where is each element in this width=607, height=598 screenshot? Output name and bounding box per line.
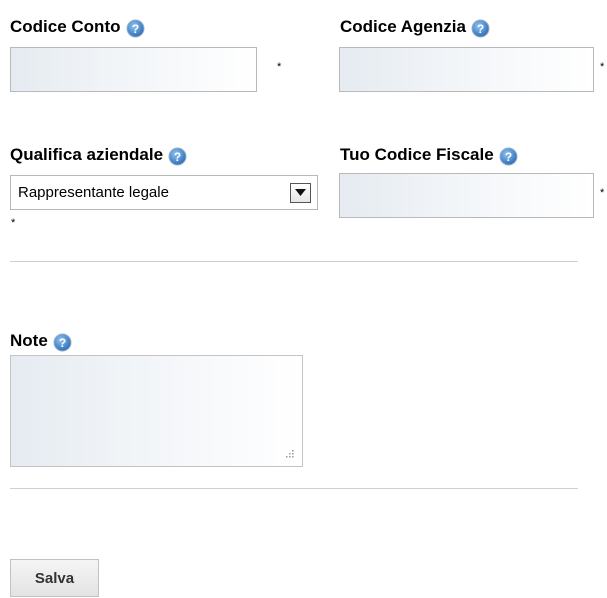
section-divider bbox=[10, 261, 578, 262]
tax-code-required-mark: * bbox=[600, 187, 605, 199]
agency-code-label: Codice Agenzia ? bbox=[340, 17, 490, 37]
svg-text:?: ? bbox=[174, 150, 181, 164]
svg-text:?: ? bbox=[131, 22, 138, 36]
tax-code-input[interactable] bbox=[339, 173, 594, 218]
company-role-selected-value: Rappresentante legale bbox=[18, 184, 169, 201]
account-code-input[interactable] bbox=[10, 47, 257, 92]
help-icon[interactable]: ? bbox=[53, 333, 72, 352]
company-role-label: Qualifica aziendale ? bbox=[10, 145, 187, 165]
agency-code-input[interactable] bbox=[339, 47, 594, 92]
company-role-required-mark: * bbox=[11, 217, 16, 229]
chevron-down-icon[interactable] bbox=[290, 182, 311, 203]
help-icon[interactable]: ? bbox=[471, 19, 490, 38]
save-button[interactable]: Salva bbox=[10, 559, 99, 597]
help-icon[interactable]: ? bbox=[499, 147, 518, 166]
notes-label-text: Note bbox=[10, 331, 48, 350]
company-role-label-text: Qualifica aziendale bbox=[10, 145, 164, 164]
agency-code-label-text: Codice Agenzia bbox=[340, 17, 466, 36]
help-icon[interactable]: ? bbox=[126, 19, 145, 38]
tax-code-label: Tuo Codice Fiscale ? bbox=[340, 145, 518, 165]
company-role-select[interactable]: Rappresentante legale bbox=[10, 175, 318, 210]
notes-textarea[interactable] bbox=[10, 355, 303, 467]
tax-code-label-text: Tuo Codice Fiscale bbox=[340, 145, 494, 164]
account-code-label: Codice Conto ? bbox=[10, 17, 145, 37]
notes-label: Note ? bbox=[10, 331, 72, 351]
account-code-label-text: Codice Conto bbox=[10, 17, 121, 36]
svg-text:?: ? bbox=[477, 22, 484, 36]
help-icon[interactable]: ? bbox=[168, 147, 187, 166]
form-page: Codice Conto ? * Codice Agenzia ? * Qual… bbox=[0, 0, 607, 598]
section-divider bbox=[10, 488, 578, 489]
svg-text:?: ? bbox=[59, 336, 66, 350]
agency-code-required-mark: * bbox=[600, 61, 605, 73]
svg-text:?: ? bbox=[505, 150, 512, 164]
resize-grip-icon[interactable] bbox=[282, 448, 294, 460]
account-code-required-mark: * bbox=[277, 61, 282, 73]
